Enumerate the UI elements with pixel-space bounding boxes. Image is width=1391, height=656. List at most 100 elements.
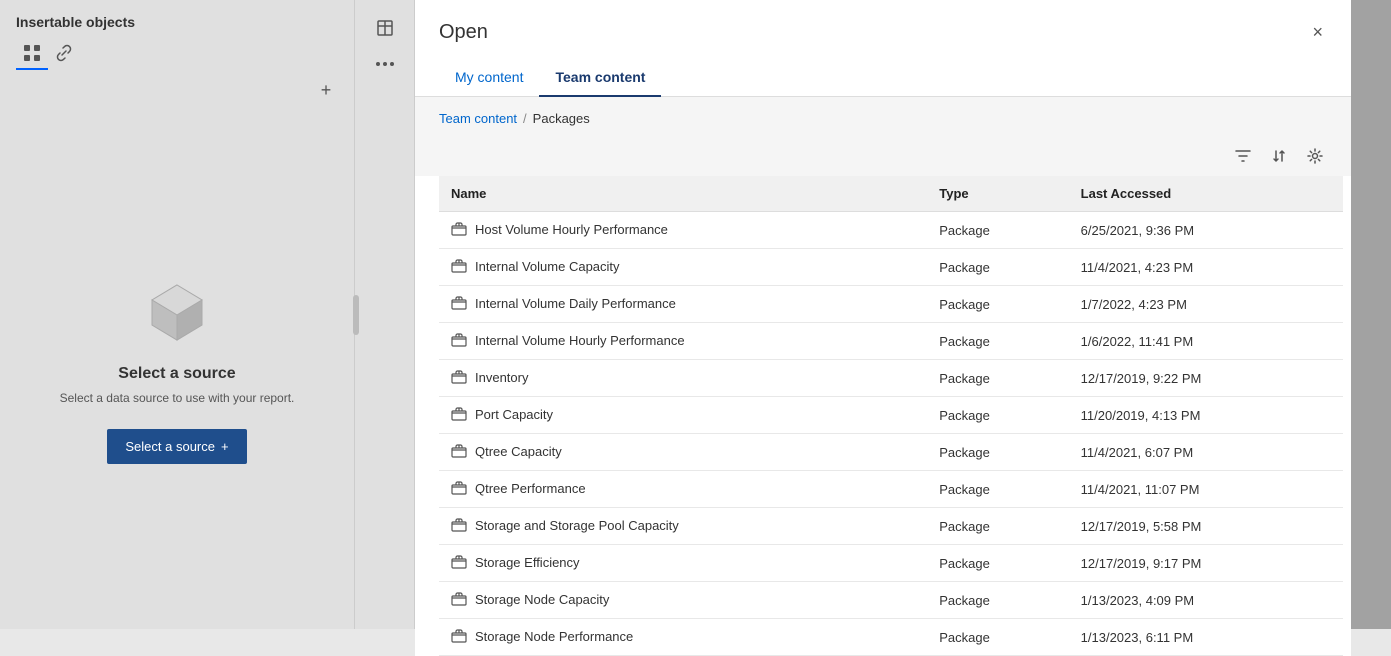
cell-type: Package (927, 397, 1068, 434)
select-source-title: Select a source (118, 365, 235, 383)
tab-team-content-label: Team content (555, 69, 645, 85)
cell-type: Package (927, 360, 1068, 397)
resize-handle[interactable] (353, 295, 359, 335)
left-panel-content: Select a source Select a data source to … (0, 110, 354, 629)
select-source-subtitle: Select a data source to use with your re… (60, 391, 295, 405)
cell-type: Package (927, 249, 1068, 286)
package-icon (451, 480, 467, 496)
select-source-button[interactable]: Select a source + (107, 429, 246, 464)
filter-svg (1235, 148, 1251, 164)
cell-last-accessed: 11/4/2021, 6:07 PM (1069, 434, 1343, 471)
dialog-overlay: Open × My content Team content Team cont… (415, 0, 1391, 629)
tab-my-content[interactable]: My content (439, 59, 539, 97)
cell-name: Storage and Storage Pool Capacity (439, 508, 927, 545)
header-row: NameTypeLast Accessed (439, 176, 1343, 212)
cell-type: Package (927, 212, 1068, 249)
cell-name: Internal Volume Hourly Performance (439, 323, 927, 360)
col-header: Type (927, 176, 1068, 212)
table-container[interactable]: NameTypeLast Accessed Host Volume Hourly… (415, 176, 1351, 656)
breadcrumb-separator: / (523, 111, 527, 126)
tab-team-content[interactable]: Team content (539, 59, 661, 97)
cell-name: Qtree Capacity (439, 434, 927, 471)
breadcrumb: Team content / Packages (415, 97, 1351, 136)
settings-icon[interactable] (1303, 144, 1327, 168)
link-icon (55, 44, 73, 62)
dialog-tabs: My content Team content (415, 59, 1351, 97)
table-row[interactable]: Qtree PerformancePackage11/4/2021, 11:07… (439, 471, 1343, 508)
panel-top-action: + (0, 70, 354, 110)
package-icon (451, 369, 467, 385)
more-icon (376, 62, 394, 66)
dialog-title: Open (439, 21, 488, 44)
packages-table: NameTypeLast Accessed Host Volume Hourly… (439, 176, 1343, 656)
package-icon (451, 517, 467, 533)
breadcrumb-current: Packages (533, 111, 590, 126)
table-row[interactable]: Internal Volume Hourly PerformancePackag… (439, 323, 1343, 360)
table-toolbar (415, 136, 1351, 176)
col-header: Last Accessed (1069, 176, 1343, 212)
table-header: NameTypeLast Accessed (439, 176, 1343, 212)
left-panel-tabs (0, 38, 354, 70)
dialog-header: Open × (415, 0, 1351, 47)
cell-last-accessed: 1/7/2022, 4:23 PM (1069, 286, 1343, 323)
cell-name: Storage Node Performance (439, 619, 927, 656)
col-header: Name (439, 176, 927, 212)
table-row[interactable]: Qtree CapacityPackage11/4/2021, 6:07 PM (439, 434, 1343, 471)
table-icon (376, 19, 394, 37)
cell-name: Host Volume Hourly Performance (439, 212, 927, 249)
breadcrumb-team-content[interactable]: Team content (439, 111, 517, 126)
open-dialog: Open × My content Team content Team cont… (415, 0, 1351, 656)
table-row[interactable]: Storage Node PerformancePackage1/13/2023… (439, 619, 1343, 656)
select-source-btn-plus: + (221, 439, 229, 454)
cell-last-accessed: 1/13/2023, 4:09 PM (1069, 582, 1343, 619)
cell-last-accessed: 12/17/2019, 5:58 PM (1069, 508, 1343, 545)
close-button[interactable]: × (1308, 18, 1327, 47)
left-panel-title: Insertable objects (16, 14, 135, 30)
cell-type: Package (927, 471, 1068, 508)
cell-type: Package (927, 619, 1068, 656)
cell-name: Port Capacity (439, 397, 927, 434)
add-button[interactable]: + (314, 78, 338, 102)
table-row[interactable]: Port CapacityPackage11/20/2019, 4:13 PM (439, 397, 1343, 434)
filter-icon[interactable] (1231, 144, 1255, 168)
cell-type: Package (927, 508, 1068, 545)
grid-icon (23, 44, 41, 62)
cell-name: Internal Volume Daily Performance (439, 286, 927, 323)
cell-last-accessed: 11/4/2021, 4:23 PM (1069, 249, 1343, 286)
cell-name: Storage Efficiency (439, 545, 927, 582)
sort-svg (1271, 148, 1287, 164)
tab-grid[interactable] (16, 38, 48, 70)
cube-illustration (142, 275, 212, 345)
table-row[interactable]: Host Volume Hourly PerformancePackage6/2… (439, 212, 1343, 249)
cell-type: Package (927, 582, 1068, 619)
tab-link[interactable] (48, 38, 80, 70)
cell-name: Internal Volume Capacity (439, 249, 927, 286)
cell-last-accessed: 6/25/2021, 9:36 PM (1069, 212, 1343, 249)
cell-last-accessed: 12/17/2019, 9:17 PM (1069, 545, 1343, 582)
table-row[interactable]: Storage Node CapacityPackage1/13/2023, 4… (439, 582, 1343, 619)
table-row[interactable]: Internal Volume Daily PerformancePackage… (439, 286, 1343, 323)
select-source-btn-label: Select a source (125, 439, 215, 454)
sort-icon[interactable] (1267, 144, 1291, 168)
package-icon (451, 221, 467, 237)
cell-last-accessed: 11/4/2021, 11:07 PM (1069, 471, 1343, 508)
package-icon (451, 295, 467, 311)
cell-name: Qtree Performance (439, 471, 927, 508)
table-row[interactable]: Storage and Storage Pool CapacityPackage… (439, 508, 1343, 545)
cell-name: Storage Node Capacity (439, 582, 927, 619)
cell-type: Package (927, 434, 1068, 471)
toolbar-table-icon[interactable] (371, 14, 399, 42)
cell-last-accessed: 11/20/2019, 4:13 PM (1069, 397, 1343, 434)
cell-name: Inventory (439, 360, 927, 397)
table-row[interactable]: InventoryPackage12/17/2019, 9:22 PM (439, 360, 1343, 397)
toolbar-right (355, 0, 415, 629)
cell-last-accessed: 1/6/2022, 11:41 PM (1069, 323, 1343, 360)
package-icon (451, 554, 467, 570)
cell-last-accessed: 1/13/2023, 6:11 PM (1069, 619, 1343, 656)
package-icon (451, 332, 467, 348)
table-body: Host Volume Hourly PerformancePackage6/2… (439, 212, 1343, 656)
tab-my-content-label: My content (455, 69, 523, 85)
table-row[interactable]: Storage EfficiencyPackage12/17/2019, 9:1… (439, 545, 1343, 582)
table-row[interactable]: Internal Volume CapacityPackage11/4/2021… (439, 249, 1343, 286)
toolbar-more-icon[interactable] (371, 50, 399, 78)
